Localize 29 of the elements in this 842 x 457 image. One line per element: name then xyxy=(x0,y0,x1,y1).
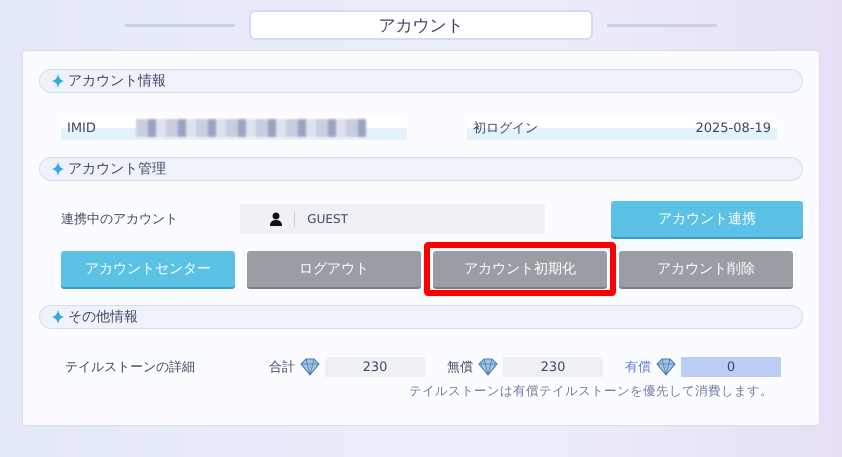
first-login-date: 2025-08-19 xyxy=(695,120,771,136)
note-text: テイルストーンは有償テイルストーンを優先して消費します。 xyxy=(409,383,773,400)
action-button[interactable]: ログアウト xyxy=(247,251,421,287)
action-button[interactable]: アカウントセンター xyxy=(61,251,235,287)
gem-icon xyxy=(477,358,499,376)
stone-count: 230 xyxy=(325,357,425,377)
window-title: アカウント xyxy=(249,10,593,40)
person-icon xyxy=(270,212,282,226)
sparkle-icon xyxy=(52,74,64,88)
stone-label: 有償 xyxy=(625,359,651,376)
gem-icon xyxy=(655,358,677,376)
stone-details-label: テイルストーンの詳細 xyxy=(65,359,196,376)
section-title: その他情報 xyxy=(68,308,138,326)
sparkle-icon xyxy=(52,310,64,324)
action-button[interactable]: アカウント削除 xyxy=(619,251,793,287)
highlighted-button[interactable]: アカウント初期化 xyxy=(433,251,607,287)
stone-count: 230 xyxy=(503,357,603,377)
linked-account-label: 連携中のアカウント xyxy=(61,211,179,228)
imid-label: IMID xyxy=(67,120,96,136)
gem-icon xyxy=(299,358,321,376)
action-button[interactable]: アカウント連携 xyxy=(611,201,803,237)
stone-label: 合計 xyxy=(269,359,295,376)
section-title: アカウント管理 xyxy=(68,160,166,178)
sparkle-icon xyxy=(52,162,64,176)
stone-label: 無償 xyxy=(447,359,473,376)
linked-account-field: GUEST xyxy=(240,204,545,234)
section-title: アカウント情報 xyxy=(68,72,166,90)
first-login-label: 初ログイン xyxy=(473,120,538,137)
stone-count: 0 xyxy=(681,357,781,377)
